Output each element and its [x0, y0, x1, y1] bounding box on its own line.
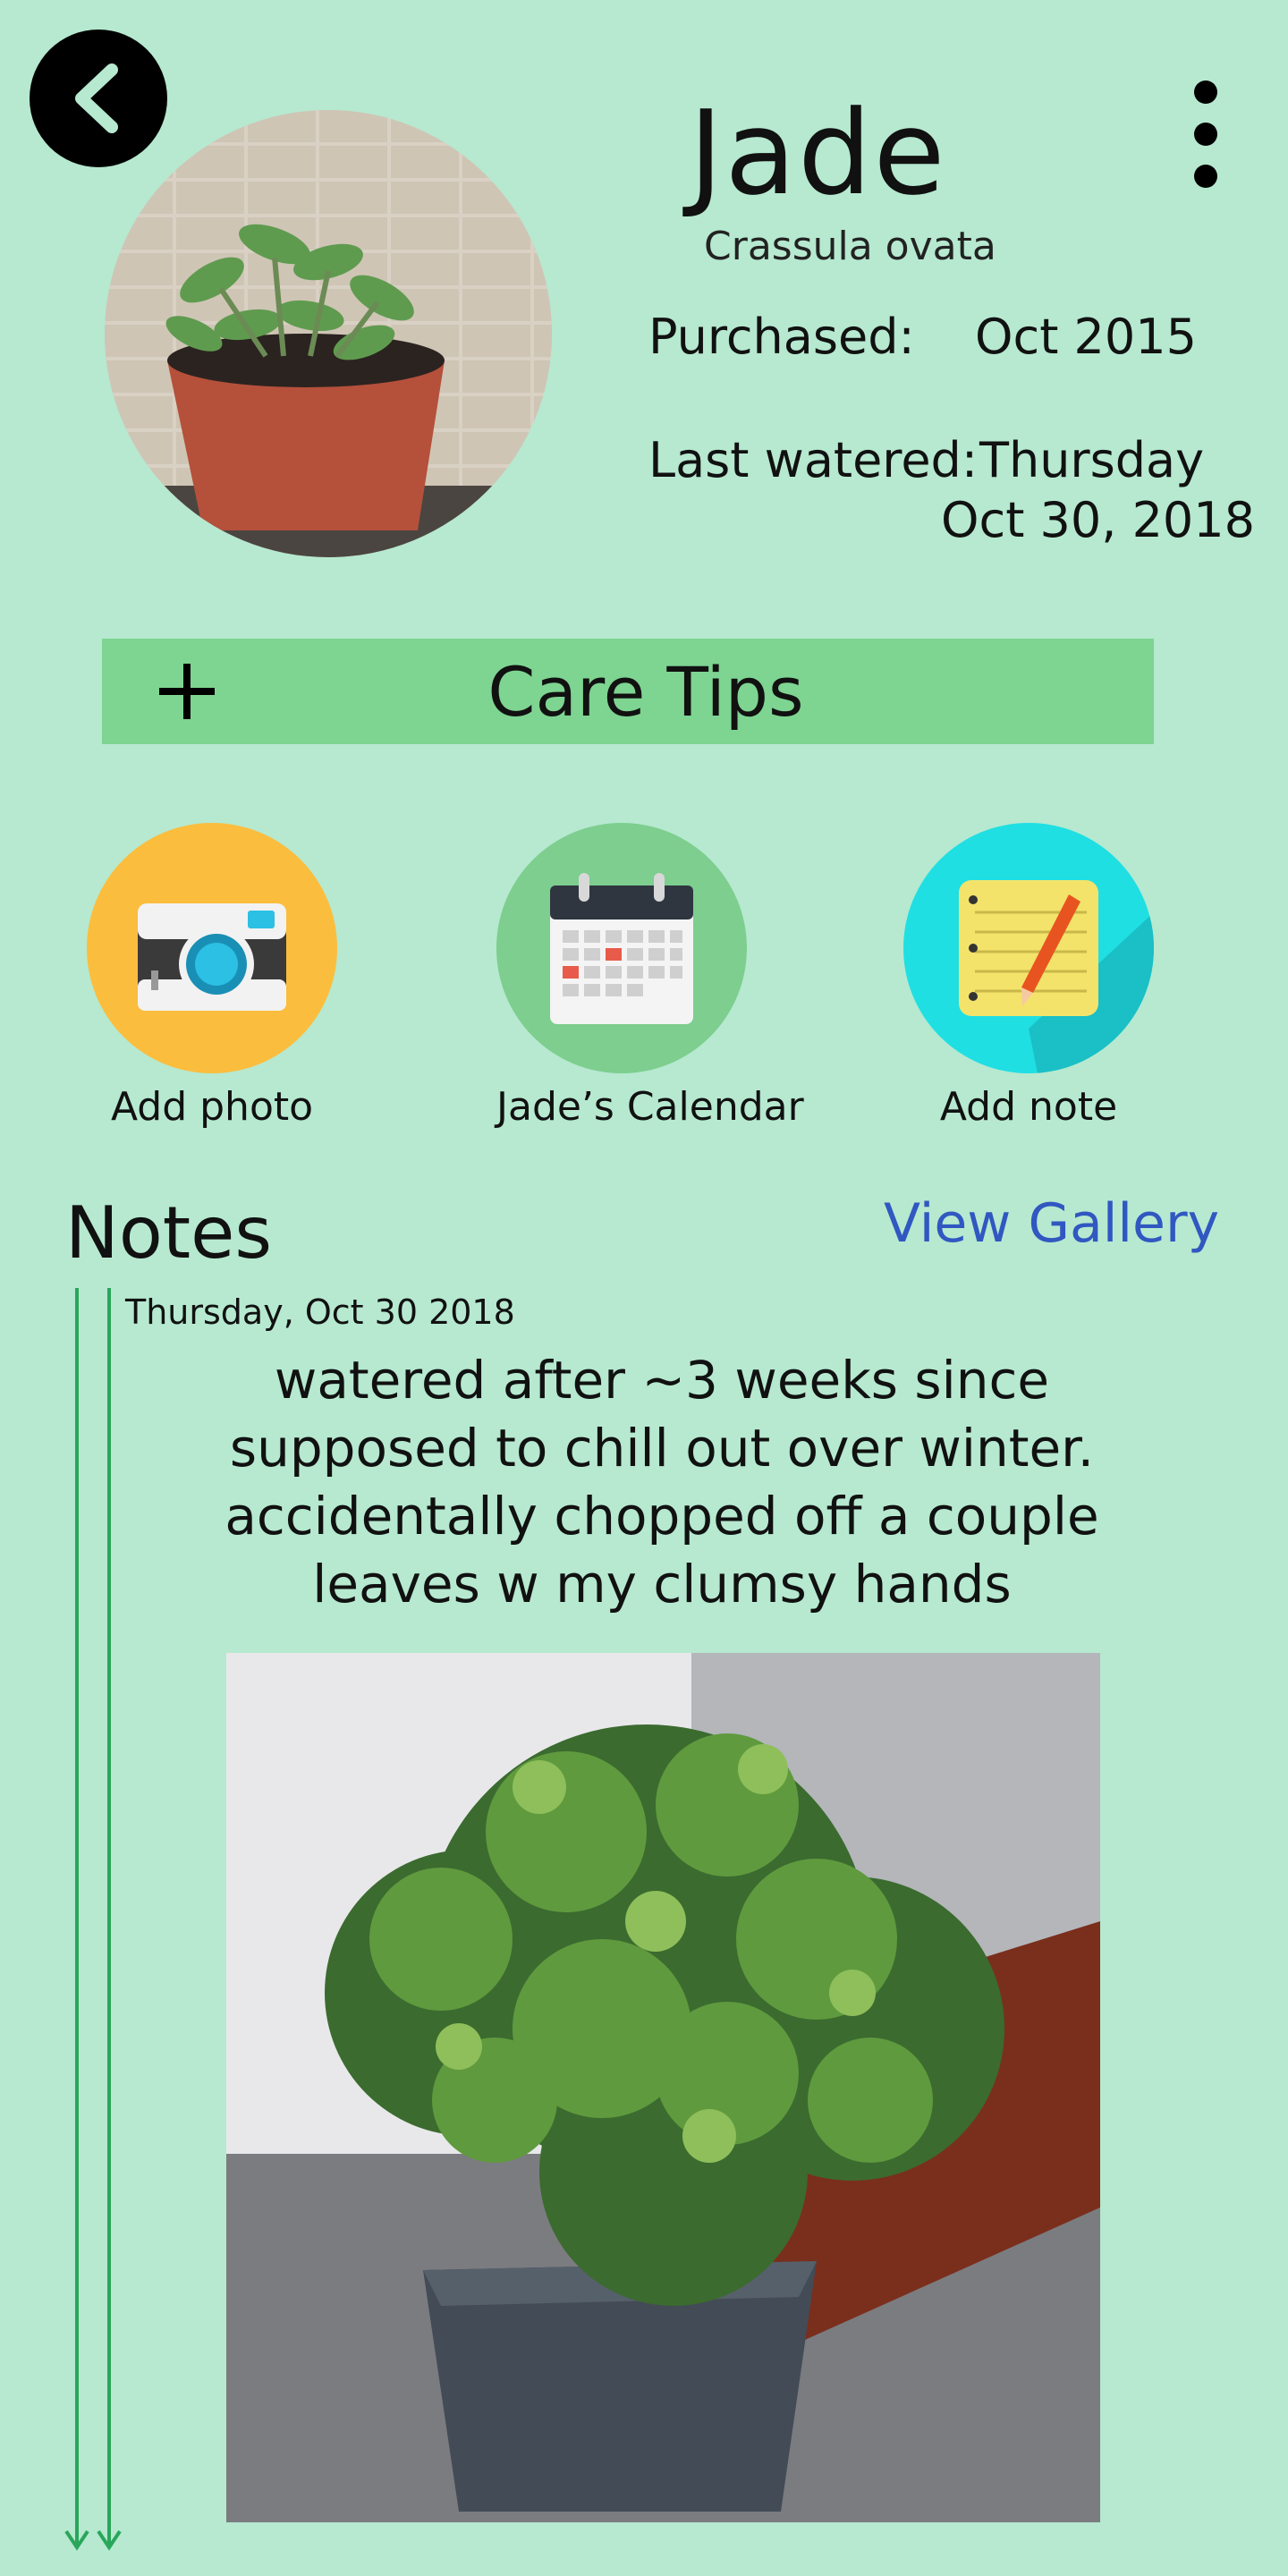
add-photo-label: Add photo	[110, 1084, 314, 1130]
purchased-value: Oct 2015	[975, 309, 1197, 365]
last-watered-day: Thursday	[979, 432, 1205, 488]
purchased-label: Purchased:	[648, 309, 915, 365]
calendar-button[interactable]: Jade’s Calendar	[496, 823, 804, 1130]
calendar-icon	[496, 823, 747, 1073]
chevron-left-icon	[75, 64, 118, 133]
last-watered-date: Oct 30, 2018	[941, 492, 1255, 548]
add-photo-button[interactable]: Add photo	[87, 823, 337, 1130]
note-text: watered after ~3 weeks since supposed to…	[225, 1350, 1099, 1614]
plant-avatar	[105, 110, 552, 557]
notepad-icon	[903, 823, 1154, 1073]
care-tips-label: Care Tips	[487, 651, 804, 732]
view-gallery-link[interactable]: View Gallery	[884, 1192, 1219, 1255]
more-options-icon[interactable]	[1181, 80, 1231, 188]
timeline-arrows	[64, 1288, 122, 2551]
back-button[interactable]	[30, 30, 167, 167]
plant-name: Jade	[689, 85, 947, 221]
camera-icon	[87, 823, 337, 1073]
calendar-label: Jade’s Calendar	[496, 1084, 804, 1130]
plant-species: Crassula ovata	[704, 224, 996, 269]
add-note-button[interactable]: Add note	[903, 823, 1154, 1130]
last-watered-label: Last watered:	[648, 432, 979, 488]
plus-icon	[156, 639, 218, 744]
note-date: Thursday, Oct 30 2018	[125, 1292, 515, 1332]
care-tips-button[interactable]: Care Tips	[102, 639, 1154, 744]
add-note-label: Add note	[939, 1084, 1118, 1130]
note-photo[interactable]	[226, 1653, 1100, 2522]
notes-heading: Notes	[65, 1191, 273, 1275]
